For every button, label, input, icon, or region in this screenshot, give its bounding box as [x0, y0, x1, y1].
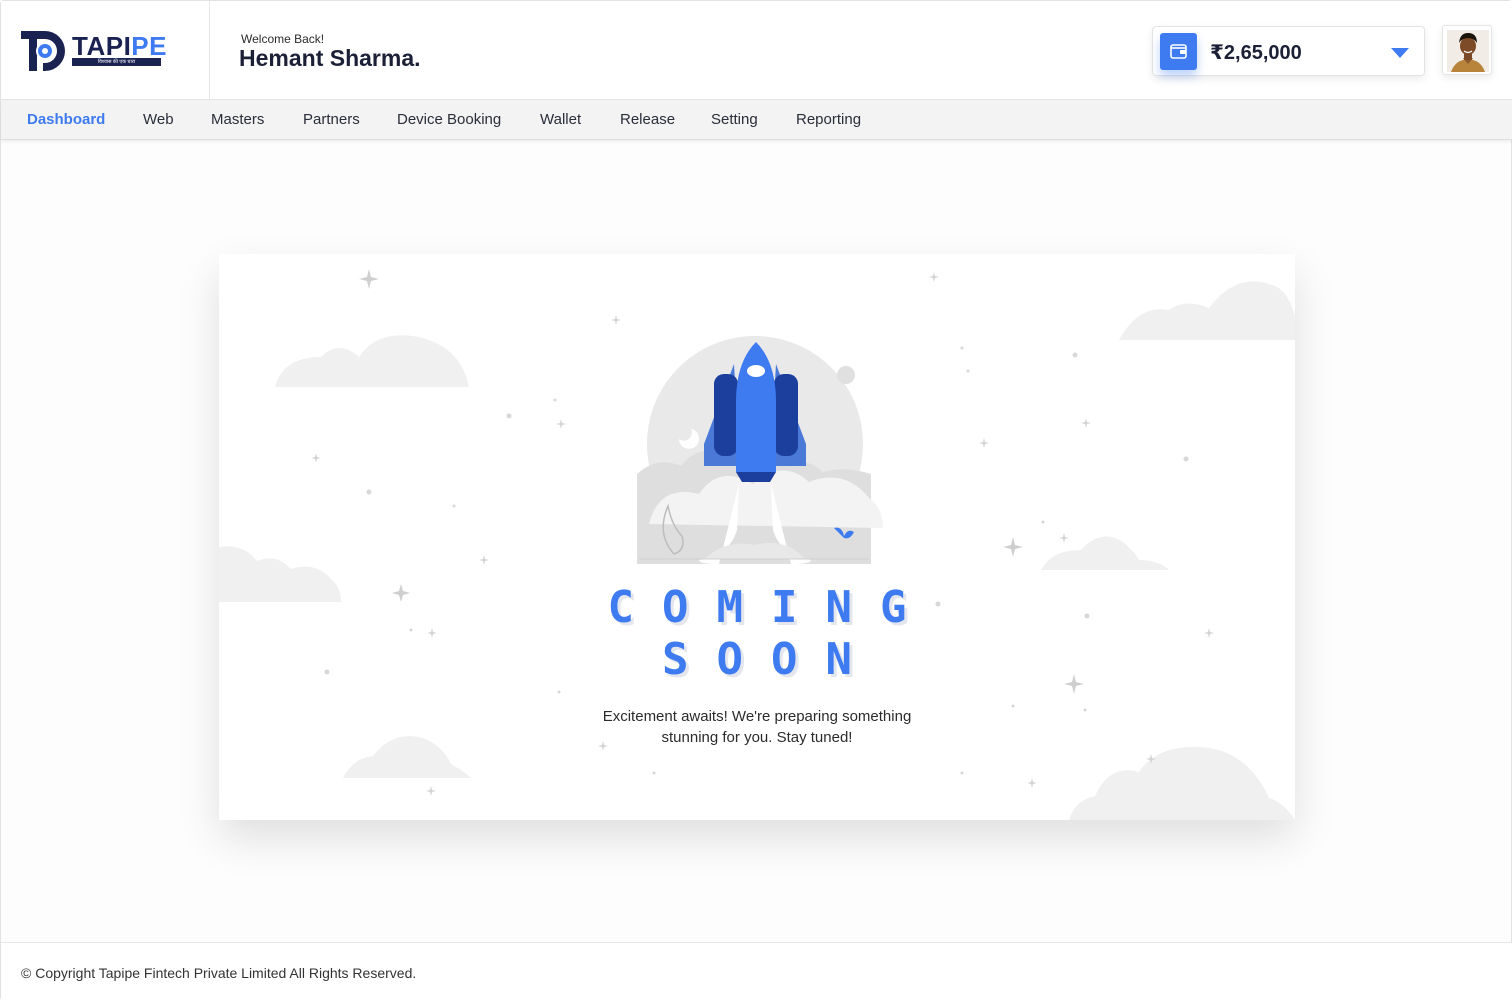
brand-name-part2: PE: [131, 31, 167, 61]
page-footer: © Copyright Tapipe Fintech Private Limit…: [1, 942, 1512, 1001]
copyright-text: © Copyright Tapipe Fintech Private Limit…: [21, 965, 417, 981]
wallet-icon: [1160, 33, 1197, 70]
top-header: TAPIPE विश्वास की एक धारा Welcome Back! …: [1, 1, 1512, 100]
nav-item-dashboard[interactable]: Dashboard: [27, 111, 105, 128]
logo-mark-icon: [21, 31, 65, 71]
wallet-amount: ₹2,65,000: [1210, 42, 1302, 64]
welcome-text: Welcome Back!: [241, 32, 325, 46]
nav-item-release[interactable]: Release: [620, 111, 675, 128]
avatar[interactable]: [1442, 25, 1492, 75]
nav-item-reporting[interactable]: Reporting: [796, 111, 861, 128]
nav-item-wallet[interactable]: Wallet: [540, 111, 581, 128]
wallet-balance-dropdown[interactable]: ₹2,65,000: [1152, 26, 1425, 76]
chevron-down-icon[interactable]: [1391, 48, 1409, 58]
nav-item-partners[interactable]: Partners: [303, 111, 360, 128]
coming-soon-description: Excitement awaits! We're preparing somet…: [602, 708, 912, 746]
nav-item-masters[interactable]: Masters: [211, 111, 264, 128]
app-frame: TAPIPE विश्वास की एक धारा Welcome Back! …: [0, 0, 1512, 1001]
coming-soon-card: COMING SOON Excitement awaits! We're pre…: [219, 254, 1295, 820]
brand-name-part1: TAPI: [72, 31, 132, 61]
brand-tagline: विश्वास की एक धारा: [72, 58, 161, 66]
nav-item-setting[interactable]: Setting: [711, 111, 758, 128]
main-nav: Dashboard Web Masters Partners Device Bo…: [1, 100, 1512, 140]
user-name: Hemant Sharma.: [239, 45, 421, 71]
soon-heading: SOON: [662, 634, 880, 685]
nav-item-device-booking[interactable]: Device Booking: [397, 111, 501, 128]
coming-heading: COMING: [607, 582, 935, 633]
brand-logo[interactable]: TAPIPE विश्वास की एक धारा: [1, 1, 210, 100]
nav-item-web[interactable]: Web: [143, 111, 174, 128]
